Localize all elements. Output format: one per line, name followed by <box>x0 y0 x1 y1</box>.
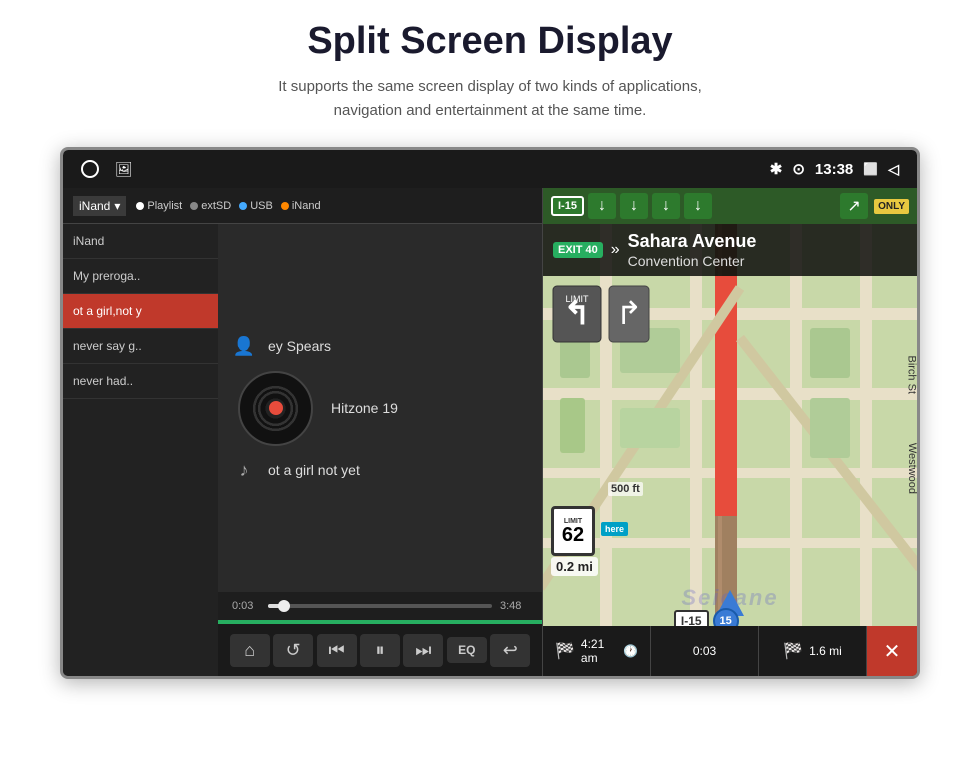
next-button[interactable]: ⏭ <box>403 634 443 667</box>
turn-right-icon: ↱ <box>607 284 651 344</box>
image-icon: 🖼 <box>115 161 133 178</box>
nav-arrow-down2: ↓ <box>620 193 648 219</box>
here-logo: here <box>601 522 628 536</box>
page-subtitle: It supports the same screen display of t… <box>278 75 702 123</box>
arrival-time: 4:21 am <box>581 637 617 665</box>
main-content: iNand ▾ Playlist extSD USB iNand <box>63 188 917 676</box>
playlist-item-notgirl[interactable]: ot a girl,not y <box>63 294 218 329</box>
westwood-label: Westwood <box>906 443 917 494</box>
svg-text:↱: ↱ <box>616 295 643 331</box>
speed-value: 62 <box>562 525 584 545</box>
nav-bottom-bar: 🏁 4:21 am 🕐 0:03 🏁 1.6 mi ✕ <box>543 626 917 676</box>
elapsed-time-segment: 0:03 <box>651 626 759 676</box>
eq-button[interactable]: EQ <box>447 637 487 663</box>
play-pause-button[interactable]: ⏸ <box>360 634 400 667</box>
status-bar-right: ✱ ⊙ 13:38 ⬜ ◁ <box>770 160 899 178</box>
dot-icon <box>136 202 144 210</box>
device-frame: 🖼 ✱ ⊙ 13:38 ⬜ ◁ iNand ▾ Playlist <box>60 147 920 679</box>
source-usb[interactable]: USB <box>239 200 273 212</box>
dot-icon <box>190 202 198 210</box>
nav-top-left: I-15 ↓ ↓ ↓ ↓ <box>551 193 712 219</box>
arrival-time-segment: 🏁 4:21 am 🕐 <box>543 626 651 676</box>
status-bar-left: 🖼 <box>81 160 133 178</box>
highway-sign: I-15 <box>551 196 584 216</box>
playlist-item-neversay[interactable]: never say g.. <box>63 329 218 364</box>
source-bar: iNand ▾ Playlist extSD USB iNand <box>63 188 542 224</box>
back-button[interactable]: ↩ <box>490 634 530 667</box>
track-info-area: 👤 ey Spears Hitzone 19 <box>218 224 542 592</box>
back-icon: ◁ <box>888 161 899 178</box>
birch-st-label: Birch St <box>906 355 917 394</box>
navigation-panel: I-15 ↓ ↓ ↓ ↓ ↗ ONLY EXIT 40 » <box>543 188 917 676</box>
page-title: Split Screen Display <box>307 20 672 63</box>
svg-text:LIMIT: LIMIT <box>565 294 589 304</box>
artist-row: 👤 ey Spears <box>232 336 528 357</box>
nav-arrow-right: » <box>611 241 620 259</box>
dot-icon <box>281 202 289 210</box>
playlist-item-inand[interactable]: iNand <box>63 224 218 259</box>
playlist-item-neverhad[interactable]: never had.. <box>63 364 218 399</box>
controls-bar: ⌂ ↺ ⏮ ⏸ ⏭ EQ ↩ <box>218 624 542 676</box>
elapsed-time: 0:03 <box>693 644 716 658</box>
dot-icon <box>239 202 247 210</box>
current-time: 0:03 <box>232 600 260 612</box>
exit-badge: EXIT 40 <box>553 242 603 258</box>
flag-icon: 🏁 <box>555 641 575 661</box>
song-row: ♪ ot a girl not yet <box>232 460 528 481</box>
status-time: 13:38 <box>815 161 853 178</box>
progress-track[interactable] <box>268 604 492 608</box>
nav-info-bar: EXIT 40 » Sahara Avenue Convention Cente… <box>543 224 917 276</box>
clock-icon: 🕐 <box>623 644 638 658</box>
nav-top-right: ↗ ONLY <box>840 193 909 219</box>
route-distance: 0.2 mi <box>551 557 598 576</box>
prev-button[interactable]: ⏮ <box>317 634 357 667</box>
source-label: iNand <box>79 199 110 213</box>
nav-arrow-down4: ↓ <box>684 193 712 219</box>
source-extsd[interactable]: extSD <box>190 200 231 212</box>
nav-street-name: Sahara Avenue <box>628 231 757 253</box>
nav-top-bar: I-15 ↓ ↓ ↓ ↓ ↗ ONLY <box>543 188 917 224</box>
location-icon: ⊙ <box>792 160 805 178</box>
status-bar: 🖼 ✱ ⊙ 13:38 ⬜ ◁ <box>63 150 917 188</box>
progress-thumb[interactable] <box>278 600 290 612</box>
vinyl-disc <box>238 371 313 446</box>
speed-limit-sign: LIMIT 62 <box>551 506 595 556</box>
nav-place-name: Convention Center <box>628 253 757 269</box>
artist-icon: 👤 <box>232 336 256 357</box>
progress-bar-container: 0:03 3:48 <box>218 592 542 620</box>
repeat-button[interactable]: ↺ <box>273 634 313 667</box>
source-inand[interactable]: iNand <box>281 200 321 212</box>
nav-arrow-up: ↗ <box>840 193 868 219</box>
artist-name: ey Spears <box>268 338 331 354</box>
window-icon: ⬜ <box>863 162 878 176</box>
nav-street-info: Sahara Avenue Convention Center <box>628 231 757 269</box>
album-name: Hitzone 19 <box>331 400 398 416</box>
bluetooth-icon: ✱ <box>770 160 783 178</box>
nav-arrow-down3: ↓ <box>652 193 680 219</box>
nav-close-button[interactable]: ✕ <box>867 626 917 676</box>
player-area: 👤 ey Spears Hitzone 19 <box>218 224 542 676</box>
playlist-item-mypreo[interactable]: My preroga.. <box>63 259 218 294</box>
home-button[interactable]: ⌂ <box>230 634 270 667</box>
nav-arrows: ↓ ↓ ↓ ↓ <box>588 193 712 219</box>
remaining-dist-segment: 🏁 1.6 mi <box>759 626 867 676</box>
nav-arrow-down1: ↓ <box>588 193 616 219</box>
source-playlist[interactable]: Playlist <box>136 200 182 212</box>
turn-left-icon: ↰ LIMIT <box>551 284 603 344</box>
music-note-icon: ♪ <box>232 460 256 481</box>
home-circle-icon <box>81 160 99 178</box>
turn-icons: ↰ LIMIT ↱ <box>551 284 651 344</box>
dropdown-arrow: ▾ <box>114 199 120 213</box>
source-dropdown[interactable]: iNand ▾ <box>73 196 126 216</box>
distance-500ft: 500 ft <box>608 482 643 496</box>
only-badge: ONLY <box>874 199 909 214</box>
album-row: Hitzone 19 <box>232 371 528 446</box>
flag2-icon: 🏁 <box>783 641 803 661</box>
remaining-distance: 1.6 mi <box>809 644 842 658</box>
playlist-sidebar: iNand My preroga.. ot a girl,not y never… <box>63 224 218 676</box>
total-time: 3:48 <box>500 600 528 612</box>
split-body: iNand My preroga.. ot a girl,not y never… <box>63 224 542 676</box>
song-name: ot a girl not yet <box>268 462 360 478</box>
music-player-panel: iNand ▾ Playlist extSD USB iNand <box>63 188 543 676</box>
